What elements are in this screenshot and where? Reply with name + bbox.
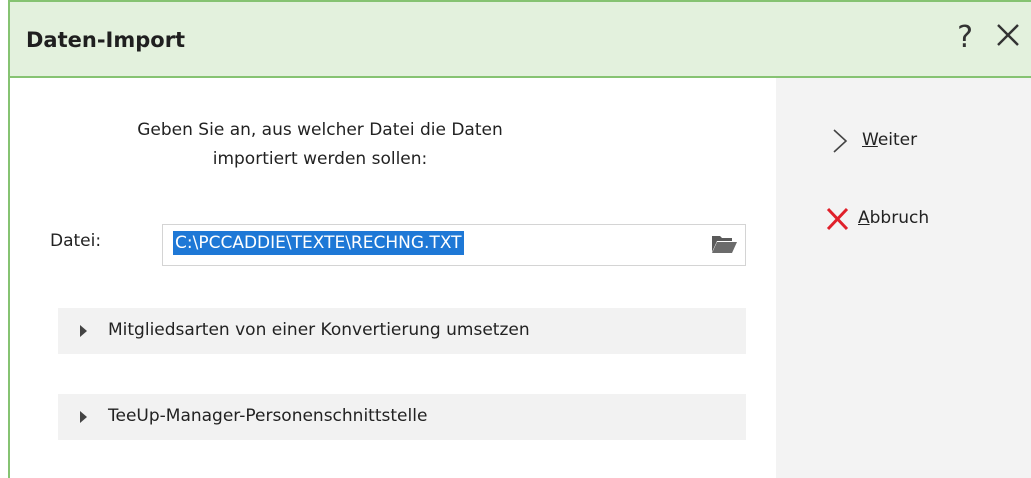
help-button[interactable]: ? [957, 20, 973, 55]
file-label: Datei: [50, 231, 102, 251]
chevron-right-icon [80, 411, 87, 423]
chevron-right-icon [833, 129, 848, 153]
folder-open-icon[interactable] [710, 232, 738, 256]
dialog-title: Daten-Import [26, 28, 186, 52]
cancel-button[interactable]: Abbruch [824, 206, 964, 236]
instruction-text: Geben Sie an, aus welcher Datei die Date… [110, 116, 530, 174]
close-button[interactable] [991, 18, 1025, 52]
file-path-value: C:\PCCADDIE\TEXTE\RECHNG.TXT [173, 231, 464, 255]
instruction-line-1: Geben Sie an, aus welcher Datei die Date… [137, 120, 503, 140]
title-bar: Daten-Import ? [10, 0, 1031, 78]
next-button[interactable]: Weiter [828, 128, 968, 158]
expander-mitgliedsarten[interactable]: Mitgliedsarten von einer Konvertierung u… [58, 308, 746, 354]
cancel-label: Abbruch [858, 208, 930, 228]
expander-teeup-manager[interactable]: TeeUp-Manager-Personenschnittstelle [58, 394, 746, 440]
expander-label: Mitgliedsarten von einer Konvertierung u… [108, 320, 530, 340]
dialog-window: Daten-Import ? Geben Sie an, aus welcher… [8, 0, 1031, 478]
file-path-input[interactable]: C:\PCCADDIE\TEXTE\RECHNG.TXT [162, 224, 746, 266]
next-label: Weiter [862, 130, 918, 150]
close-icon [997, 24, 1019, 46]
action-sidebar: Weiter Abbruch [776, 78, 1031, 478]
instruction-line-2: importiert werden sollen: [212, 149, 428, 169]
chevron-right-icon [80, 325, 87, 337]
expander-label: TeeUp-Manager-Personenschnittstelle [108, 406, 428, 426]
cancel-x-icon [826, 207, 849, 231]
main-panel: Geben Sie an, aus welcher Datei die Date… [10, 78, 776, 478]
